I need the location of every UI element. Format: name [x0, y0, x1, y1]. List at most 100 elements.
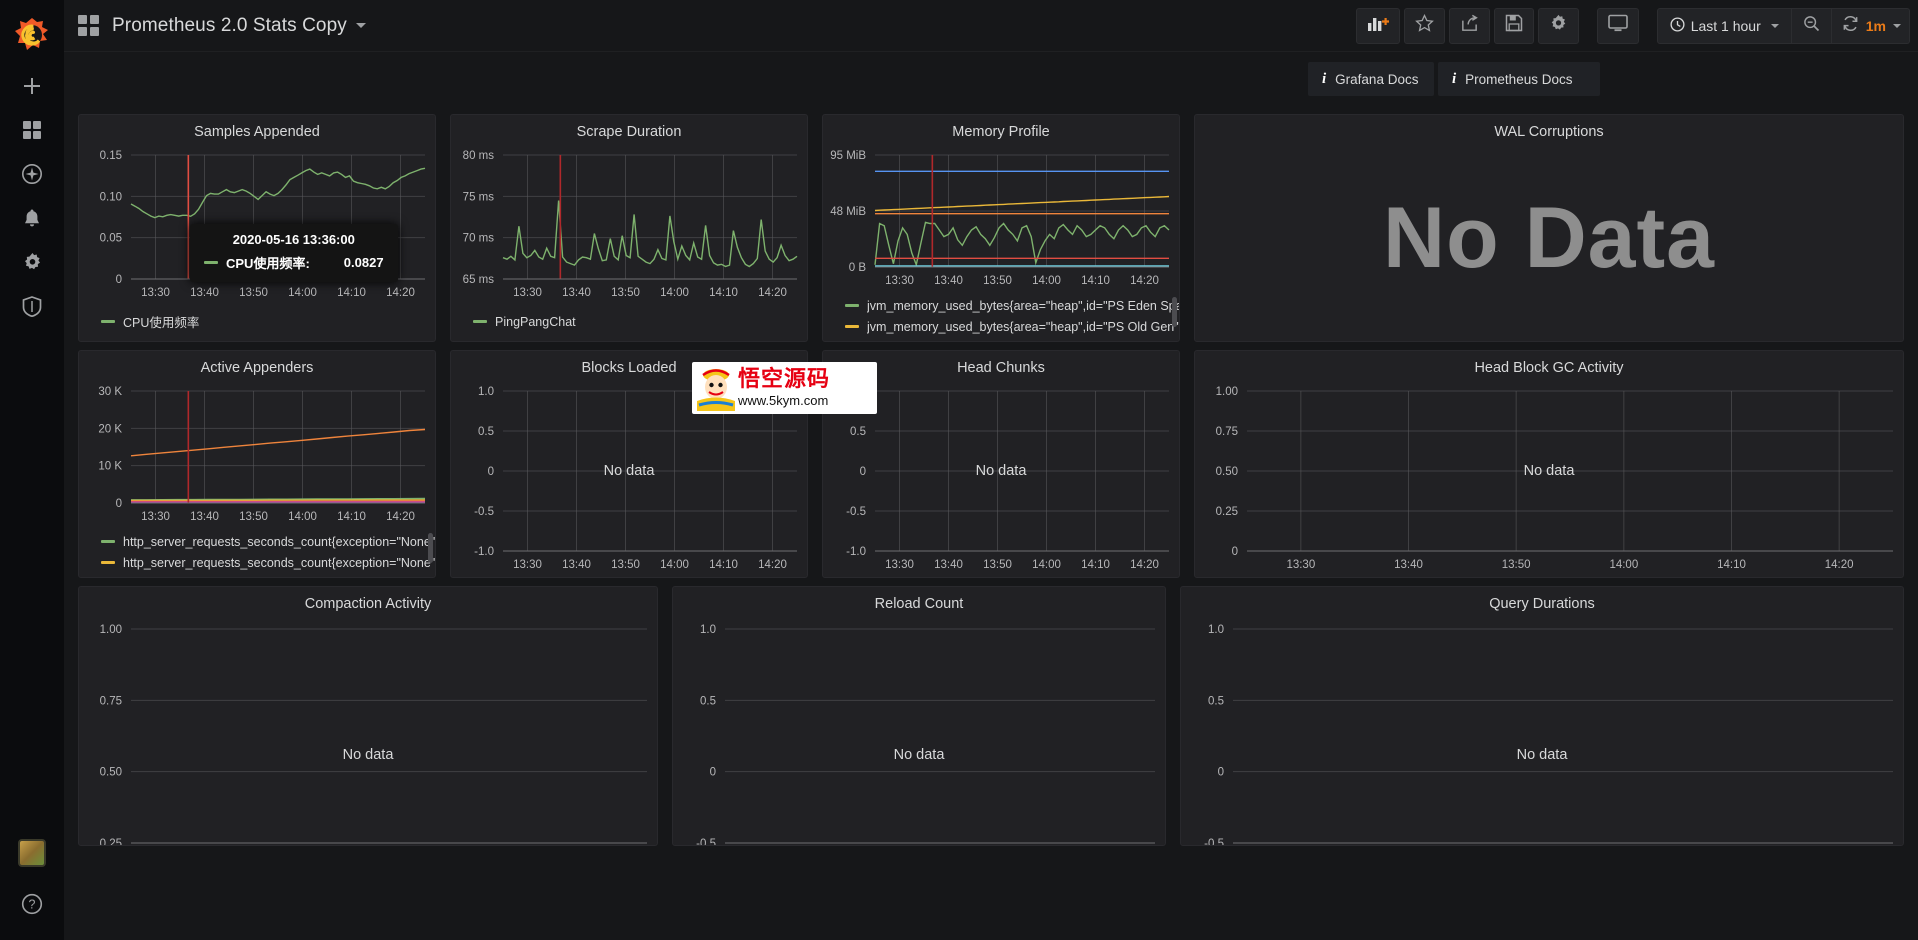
panel-plot[interactable]: 1.0 0.5 0 -0.5 — [1181, 619, 1903, 845]
panel-active-appenders[interactable]: Active Appenders 30 K 20 K 10 K 0 13:30 13:40… — [78, 350, 436, 578]
panel-head-block-gc-activity[interactable]: Head Block GC Activity 1.00 0.75 0.50 0.25 0… — [1194, 350, 1904, 578]
dashboard-settings-button[interactable] — [1537, 7, 1579, 44]
svg-text:10 K: 10 K — [98, 461, 122, 473]
panel-title: Head Block GC Activity — [1474, 360, 1624, 376]
prometheus-docs-link[interactable]: i Prometheus Docs — [1438, 62, 1600, 96]
mark-favorite-button[interactable] — [1403, 7, 1445, 44]
panel-query-durations[interactable]: Query Durations 1.0 0.5 0 -0.5 No data — [1180, 586, 1904, 846]
watermark-text: 悟空源码 www.5kym.com — [738, 367, 831, 408]
watermark-title: 悟空源码 — [738, 367, 831, 392]
panel-title: Samples Appended — [194, 124, 320, 140]
svg-text:0.05: 0.05 — [100, 233, 122, 245]
legend-item[interactable]: http_server_requests_seconds_count{excep… — [79, 573, 435, 578]
prometheus-docs-label: Prometheus Docs — [1465, 71, 1573, 87]
legend-color-swatch — [101, 540, 115, 543]
legend-scrollbar[interactable] — [1172, 297, 1177, 327]
sidebar-item-dashboards[interactable] — [0, 108, 64, 152]
panel-memory-profile[interactable]: Memory Profile 95 MiB 48 MiB 0 B 13:30 13:40… — [822, 114, 1180, 342]
toolbar: Last 1 hour 1m — [1352, 7, 1918, 44]
panel-legend[interactable]: http_server_requests_seconds_count{excep… — [79, 531, 435, 578]
svg-text:-0.5: -0.5 — [474, 506, 494, 518]
panel-plot[interactable]: 80 ms 75 ms 70 ms 65 ms 13:30 13:40 13:50 14:00… — [451, 145, 807, 305]
svg-text:14:20: 14:20 — [1130, 559, 1159, 571]
legend-item[interactable]: http_server_requests_seconds_count{excep… — [79, 531, 435, 552]
sidebar-item-help[interactable]: ? — [0, 882, 64, 926]
panel-plot[interactable]: 1.00 0.75 0.50 0.25 — [79, 619, 657, 845]
legend-item[interactable]: jvm_memory_used_bytes{area="heap",id="PS… — [823, 316, 1179, 337]
svg-text:0 B: 0 B — [849, 262, 867, 274]
panel-legend[interactable]: PingPangChat — [451, 311, 807, 337]
chart-svg: 30 K 20 K 10 K 0 13:30 13:40 13:50 14:00 14:10 14… — [98, 386, 426, 523]
svg-text:13:30: 13:30 — [885, 559, 914, 571]
top-bar: Prometheus 2.0 Stats Copy Last 1 hour 1m — [64, 0, 1918, 52]
cycle-view-mode-button[interactable] — [1596, 7, 1639, 44]
legend-item[interactable]: http_server_requests_seconds_count{excep… — [79, 552, 435, 573]
legend-color-swatch — [473, 320, 487, 323]
sidebar-item-create-add[interactable] — [0, 64, 64, 108]
avatar — [18, 839, 46, 867]
add-panel-button[interactable] — [1355, 7, 1400, 44]
legend-item[interactable]: jvm_memory_used_bytes{area="heap",id="PS… — [823, 337, 1179, 342]
tooltip-time: 2020-05-16 13:36:00 — [232, 232, 355, 247]
grafana-docs-link[interactable]: i Grafana Docs — [1308, 62, 1434, 96]
chevron-down-icon[interactable] — [355, 23, 366, 28]
no-data-label: No data — [1516, 747, 1568, 763]
panel-scrape-duration[interactable]: Scrape Duration 80 ms 75 ms 70 ms 65 ms 13:3… — [450, 114, 808, 342]
svg-text:14:00: 14:00 — [660, 559, 689, 571]
panel-plot[interactable]: 1.0 0.5 0 -0.5 — [673, 619, 1165, 845]
svg-text:0.15: 0.15 — [100, 150, 122, 162]
legend-color-swatch — [845, 325, 859, 328]
svg-text:13:30: 13:30 — [513, 287, 542, 299]
svg-text:1.0: 1.0 — [1208, 624, 1224, 636]
side-navigation: ? — [0, 0, 64, 940]
svg-text:95 MiB: 95 MiB — [830, 150, 866, 162]
compass-icon — [21, 163, 43, 185]
svg-text:14:20: 14:20 — [1130, 275, 1159, 287]
panel-legend[interactable]: jvm_memory_used_bytes{area="heap",id="PS… — [823, 295, 1179, 342]
svg-text:14:20: 14:20 — [1825, 559, 1854, 571]
zoom-out-time-range-button[interactable] — [1791, 7, 1832, 44]
svg-text:13:50: 13:50 — [239, 287, 268, 299]
svg-text:13:50: 13:50 — [1502, 559, 1531, 571]
info-icon: i — [1322, 70, 1327, 87]
legend-scrollbar[interactable] — [428, 533, 433, 563]
panel-wal-corruptions[interactable]: WAL Corruptions No Data — [1194, 114, 1904, 342]
chart-svg: 1.000.750.500.25013:30 13:40 13:50 14:00 14:… — [1216, 386, 1893, 571]
time-range-label: Last 1 hour — [1690, 17, 1761, 34]
monkey-king-logo-icon — [694, 365, 738, 411]
legend-item[interactable]: PingPangChat — [451, 311, 807, 332]
legend-item[interactable]: jvm_memory_used_bytes{area="heap",id="PS… — [823, 295, 1179, 316]
panel-plot[interactable]: 30 K 20 K 10 K 0 13:30 13:40 13:50 14:00 14:10 14… — [79, 381, 435, 529]
svg-text:13:30: 13:30 — [141, 287, 170, 299]
svg-text:14:10: 14:10 — [337, 287, 366, 299]
sidebar-item-configuration[interactable] — [0, 240, 64, 284]
refresh-picker[interactable]: 1m — [1831, 7, 1910, 44]
sidebar-item-alerting[interactable] — [0, 196, 64, 240]
chevron-down-icon — [1770, 23, 1779, 28]
grafana-logo[interactable] — [0, 8, 64, 64]
no-data-label: No data — [893, 747, 945, 763]
info-icon: i — [1452, 70, 1457, 87]
panel-reload-count[interactable]: Reload Count 1.0 0.5 0 -0.5 No data — [672, 586, 1166, 846]
share-dashboard-button[interactable] — [1448, 7, 1490, 44]
chart-svg: 1.00 0.75 0.50 0.25 — [100, 624, 647, 845]
save-dashboard-button[interactable] — [1493, 7, 1534, 44]
panel-plot[interactable]: 1.00 0.75 0.50 0.25 0 13:30 13:40 13:50 14:00 14:… — [1195, 381, 1903, 577]
svg-text:13:40: 13:40 — [562, 287, 591, 299]
sidebar-item-explore[interactable] — [0, 152, 64, 196]
sidebar-item-server-admin[interactable] — [0, 284, 64, 328]
stat-value: No Data — [1383, 190, 1715, 286]
svg-text:0.5: 0.5 — [478, 426, 494, 438]
svg-text:-1.0: -1.0 — [846, 546, 866, 558]
chart-svg: 1.0 0.5 0 -0.5 — [1204, 624, 1893, 845]
legend-item[interactable]: CPU使用频率 — [79, 311, 435, 332]
svg-text:14:00: 14:00 — [288, 511, 317, 523]
time-range-picker[interactable]: Last 1 hour — [1656, 7, 1792, 44]
svg-text:13:30: 13:30 — [513, 559, 542, 571]
sidebar-item-user-profile[interactable] — [0, 838, 64, 882]
panel-compaction-activity[interactable]: Compaction Activity 1.00 0.75 0.50 0.25 No … — [78, 586, 658, 846]
refresh-icon — [1842, 15, 1859, 37]
panel-plot[interactable]: 95 MiB 48 MiB 0 B 13:30 13:40 13:50 14:00 14:10… — [823, 145, 1179, 293]
panel-legend[interactable]: CPU使用频率 — [79, 311, 435, 337]
svg-text:30 K: 30 K — [98, 386, 122, 398]
